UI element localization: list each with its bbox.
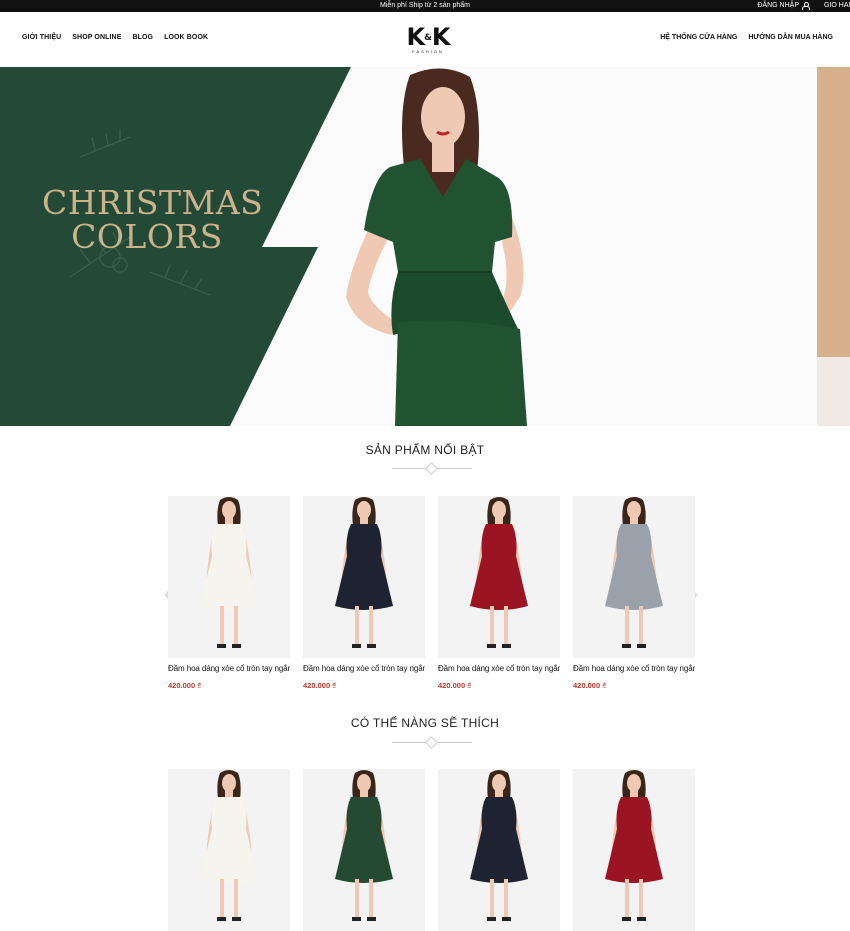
- product-image[interactable]: [438, 496, 560, 658]
- logo-letter-right[interactable]: K: [432, 23, 451, 51]
- site-logo[interactable]: K&K FASHION: [400, 24, 456, 54]
- hero-title: CHRISTMAS COLORS: [42, 183, 264, 256]
- login-link[interactable]: ĐĂNG NHẬP: [757, 2, 810, 10]
- product-card[interactable]: Đầm hoa dáng xòe cổ tròn tay ngắn 420.00…: [168, 496, 290, 690]
- product-image[interactable]: [168, 496, 290, 658]
- logo-ampersand[interactable]: &: [424, 33, 432, 43]
- product-card[interactable]: Đầm hoa dáng xòe cổ tròn tay ngắn 420.00…: [438, 496, 560, 690]
- product-image[interactable]: [573, 769, 695, 931]
- product-price: 420.000 ₫: [168, 681, 202, 690]
- logo-mark[interactable]: K&K: [400, 24, 456, 51]
- product-image[interactable]: [303, 496, 425, 658]
- suggested-divider: [392, 737, 472, 747]
- dress-photo: [200, 497, 258, 648]
- promo-text: Miễn phí Ship từ 2 sản phẩm: [380, 2, 470, 9]
- user-icon[interactable]: [802, 2, 810, 10]
- product-price: 420.000 ₫: [303, 681, 337, 690]
- main-nav-left: GIỚI THIỆU SHOP ONLINE BLOG LOOK BOOK: [22, 34, 208, 41]
- product-image[interactable]: [303, 769, 425, 931]
- product-name[interactable]: Đầm hoa dáng xòe cổ tròn tay ngắn: [438, 664, 560, 673]
- product-image[interactable]: [438, 769, 560, 931]
- site-header: GIỚI THIỆU SHOP ONLINE BLOG LOOK BOOK K&…: [0, 12, 850, 67]
- featured-product-list: Đầm hoa dáng xòe cổ tròn tay ngắn 420.00…: [168, 496, 695, 690]
- hero-title-line-1: CHRISTMAS: [42, 183, 264, 222]
- product-image[interactable]: [168, 769, 290, 931]
- product-price: 420.000 ₫: [438, 681, 472, 690]
- nav-item-about[interactable]: GIỚI THIỆU: [22, 34, 61, 41]
- next-slide-peek-floor: [817, 357, 850, 426]
- nav-item-shop-online[interactable]: SHOP ONLINE: [72, 34, 121, 41]
- product-card[interactable]: [168, 769, 290, 931]
- dress-photo: [335, 770, 393, 921]
- suggested-product-list: [168, 769, 695, 931]
- hero-banner[interactable]: CHRISTMAS COLORS: [0, 67, 850, 426]
- cart-link[interactable]: GIỎ HÀNG: [824, 2, 850, 9]
- next-slide-peek: [817, 67, 850, 357]
- dress-photo: [605, 497, 663, 648]
- top-bar: Miễn phí Ship từ 2 sản phẩm ĐĂNG NHẬP GI…: [0, 0, 850, 12]
- nav-item-store-system[interactable]: HỆ THỐNG CỬA HÀNG: [660, 34, 737, 41]
- featured-section-title: SẢN PHẨM NỔI BẬT: [365, 443, 485, 457]
- logo-letter-left[interactable]: K: [406, 23, 425, 51]
- nav-item-blog[interactable]: BLOG: [132, 34, 153, 41]
- main-nav-right: HỆ THỐNG CỬA HÀNG HƯỚNG DẪN MUA HÀNG: [660, 34, 833, 41]
- product-card[interactable]: [303, 769, 425, 931]
- nav-item-shopping-guide[interactable]: HƯỚNG DẪN MUA HÀNG: [748, 34, 833, 41]
- product-price: 420.000 ₫: [573, 681, 607, 690]
- suggested-section-title: CÓ THỂ NÀNG SẼ THÍCH: [350, 716, 500, 730]
- featured-divider: [392, 463, 472, 473]
- product-name[interactable]: Đầm hoa dáng xòe cổ tròn tay ngắn: [303, 664, 425, 673]
- dress-photo: [470, 770, 528, 921]
- product-name[interactable]: Đầm hoa dáng xòe cổ tròn tay ngắn: [168, 664, 290, 673]
- hero-title-line-2: COLORS: [71, 217, 223, 256]
- nav-item-look-book[interactable]: LOOK BOOK: [164, 34, 208, 41]
- product-image[interactable]: [573, 496, 695, 658]
- product-card[interactable]: [573, 769, 695, 931]
- dress-photo: [605, 770, 663, 921]
- dress-photo: [470, 497, 528, 648]
- product-card[interactable]: Đầm hoa dáng xòe cổ tròn tay ngắn 420.00…: [303, 496, 425, 690]
- login-label[interactable]: ĐĂNG NHẬP: [757, 2, 799, 9]
- dress-photo: [335, 497, 393, 648]
- product-card[interactable]: [438, 769, 560, 931]
- dress-photo: [200, 770, 258, 921]
- product-card[interactable]: Đầm hoa dáng xòe cổ tròn tay ngắn 420.00…: [573, 496, 695, 690]
- product-name[interactable]: Đầm hoa dáng xòe cổ tròn tay ngắn: [573, 664, 695, 673]
